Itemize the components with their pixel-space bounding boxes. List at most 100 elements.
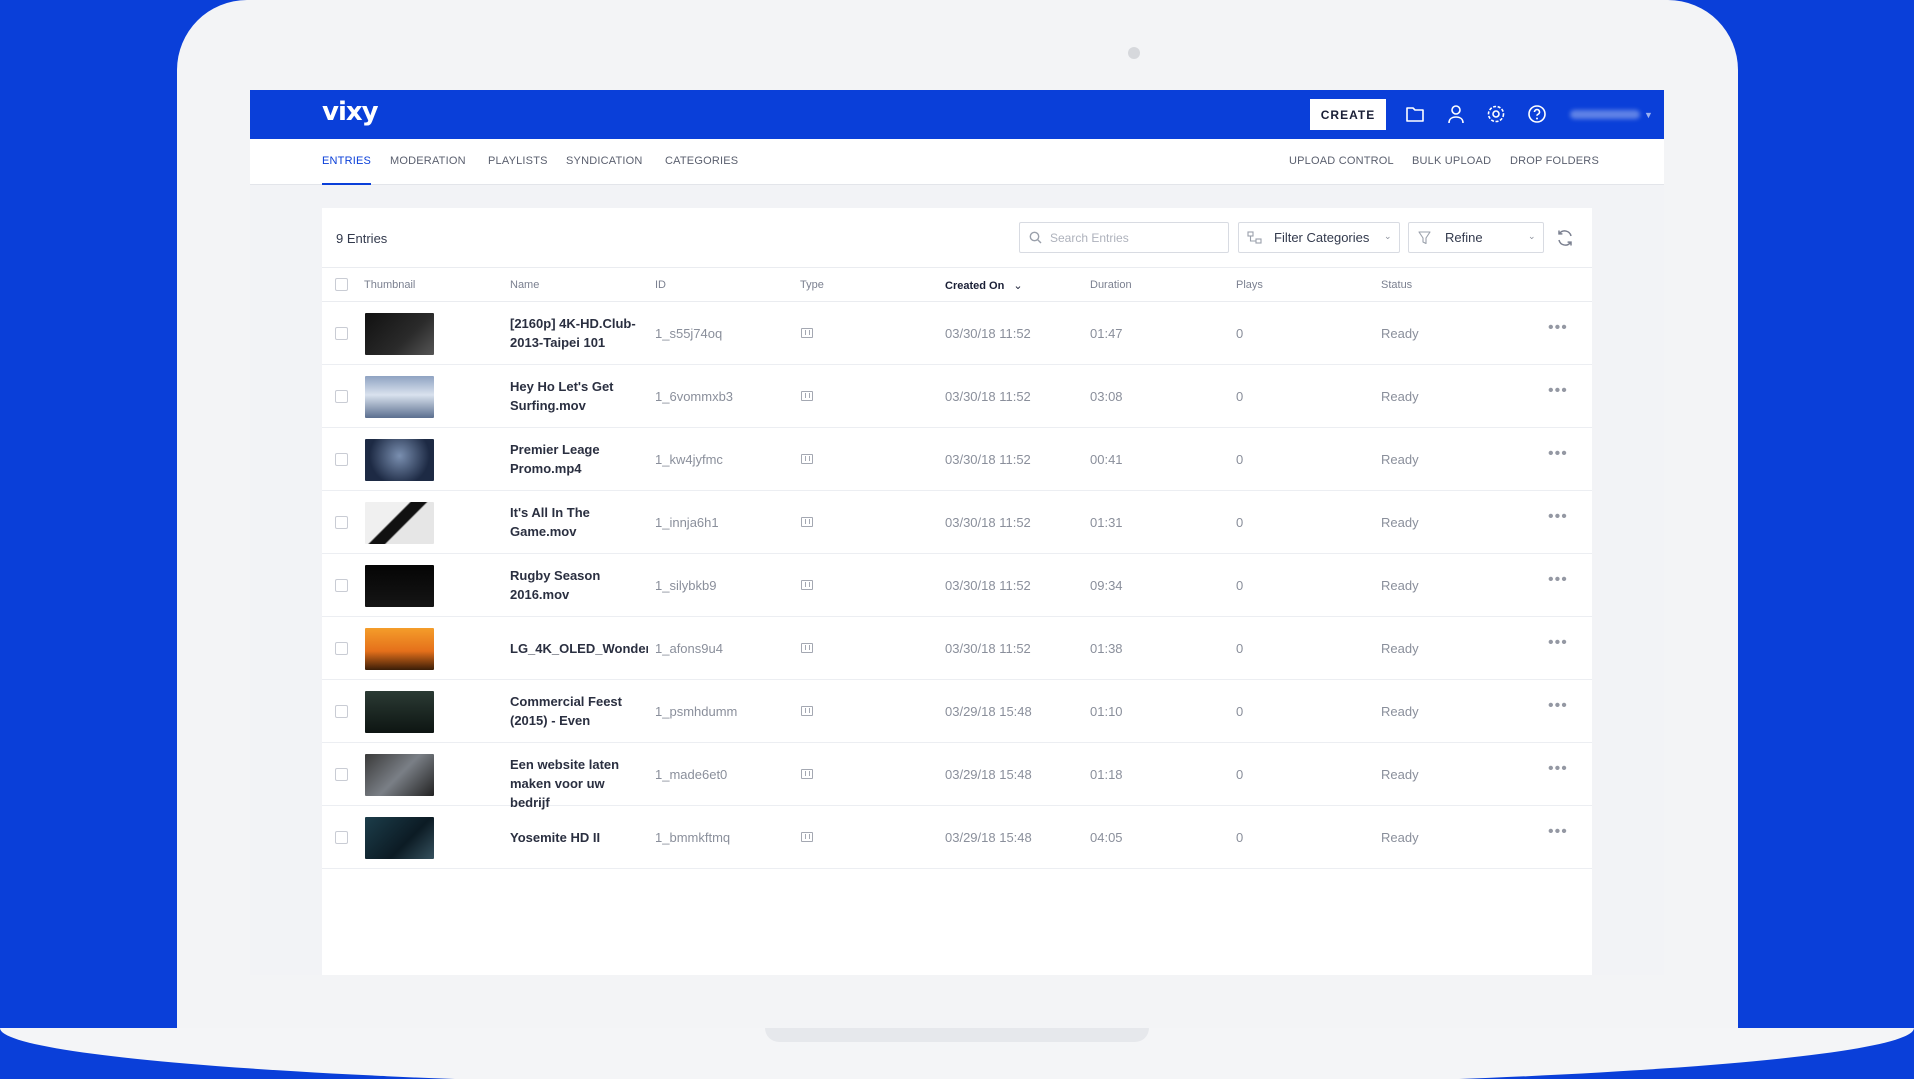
filter-categories-dropdown[interactable]: Filter Categories ⌄ [1238,222,1400,253]
laptop-notch [765,1028,1149,1042]
help-icon[interactable] [1524,101,1550,127]
entry-name[interactable]: Hey Ho Let's Get Surfing.mov [510,377,645,415]
search-icon [1029,231,1042,244]
entry-name[interactable]: Rugby Season 2016.mov [510,566,645,604]
entry-name[interactable]: Commercial Feest (2015) - Even [510,692,645,730]
more-actions-icon[interactable]: ••• [1548,823,1568,841]
row-checkbox[interactable] [335,516,348,529]
entry-duration: 01:31 [1090,515,1123,530]
row-checkbox[interactable] [335,831,348,844]
top-bar: vixy CREATE ▼ [250,90,1664,139]
table-row[interactable]: Yosemite HD II 1_bmmkftmq 03/29/18 15:48 04… [322,806,1592,869]
row-checkbox[interactable] [335,453,348,466]
header-type[interactable]: Type [800,279,824,291]
video-thumbnail[interactable] [365,754,434,796]
tab-drop-folders[interactable]: DROP FOLDERS [1510,139,1599,185]
entry-plays: 0 [1236,452,1244,467]
more-actions-icon[interactable]: ••• [1548,571,1568,589]
more-actions-icon[interactable]: ••• [1548,697,1568,715]
video-thumbnail[interactable] [365,565,434,607]
header-created-on[interactable]: Created On ⌄ [945,279,1023,292]
header-duration[interactable]: Duration [1090,279,1132,291]
video-thumbnail[interactable] [365,313,434,355]
tab-moderation[interactable]: MODERATION [390,139,466,185]
more-actions-icon[interactable]: ••• [1548,382,1568,400]
table-row[interactable]: Commercial Feest (2015) - Even 1_psmhdumm… [322,680,1592,743]
tab-upload-control[interactable]: UPLOAD CONTROL [1289,139,1394,185]
tab-categories[interactable]: CATEGORIES [665,139,738,185]
header-status[interactable]: Status [1381,279,1412,291]
video-type-icon [801,769,813,779]
user-icon[interactable] [1443,101,1469,127]
more-actions-icon[interactable]: ••• [1548,445,1568,463]
create-button[interactable]: CREATE [1310,99,1386,130]
header-plays[interactable]: Plays [1236,279,1263,291]
entries-toolbar: 9 Entries Filter Categories ⌄ Refine ⌄ [322,208,1592,268]
row-checkbox[interactable] [335,705,348,718]
filter-funnel-icon [1418,231,1431,245]
header-id[interactable]: ID [655,279,666,291]
row-checkbox[interactable] [335,390,348,403]
row-checkbox[interactable] [335,327,348,340]
entry-status: Ready [1381,767,1419,782]
video-thumbnail[interactable] [365,439,434,481]
folder-icon[interactable] [1402,101,1428,127]
entry-plays: 0 [1236,704,1244,719]
tab-entries[interactable]: ENTRIES [322,139,372,185]
table-row[interactable]: Rugby Season 2016.mov 1_silybkb9 03/30/18 … [322,554,1592,617]
entry-name[interactable]: LG_4K_OLED_Wonders. [510,639,648,658]
row-checkbox[interactable] [335,642,348,655]
row-checkbox[interactable] [335,768,348,781]
table-row[interactable]: LG_4K_OLED_Wonders. 1_afons9u4 03/30/18 11… [322,617,1592,680]
entry-name[interactable]: It's All In The Game.mov [510,503,645,541]
search-box[interactable] [1019,222,1229,253]
entry-status: Ready [1381,641,1419,656]
video-type-icon [801,832,813,842]
entry-plays: 0 [1236,578,1244,593]
video-type-icon [801,328,813,338]
more-actions-icon[interactable]: ••• [1548,760,1568,778]
video-thumbnail[interactable] [365,502,434,544]
table-row[interactable]: Een website laten maken voor uw bedrijf 1… [322,743,1592,810]
entry-status: Ready [1381,704,1419,719]
video-type-icon [801,706,813,716]
tab-syndication[interactable]: SYNDICATION [566,139,643,185]
entry-status: Ready [1381,515,1419,530]
header-created-on-label: Created On [945,280,1005,292]
vixy-logo[interactable]: vixy [322,97,379,127]
search-input[interactable] [1050,223,1225,252]
tab-bulk-upload[interactable]: BULK UPLOAD [1412,139,1491,185]
entry-created-on: 03/30/18 11:52 [945,578,1031,593]
select-all-checkbox[interactable] [335,278,348,291]
entry-duration: 01:18 [1090,767,1123,782]
entry-plays: 0 [1236,389,1244,404]
more-actions-icon[interactable]: ••• [1548,319,1568,337]
sub-navigation: ENTRIES MODERATION PLAYLISTS SYNDICATION… [250,139,1664,185]
entry-status: Ready [1381,830,1419,845]
more-actions-icon[interactable]: ••• [1548,634,1568,652]
table-row[interactable]: Hey Ho Let's Get Surfing.mov 1_6vommxb3 03… [322,365,1592,428]
gear-icon[interactable] [1483,101,1509,127]
table-row[interactable]: [2160p] 4K-HD.Club-2013-Taipei 101 1_s55j… [322,302,1592,365]
user-menu[interactable]: ▼ [1570,106,1656,122]
entry-id: 1_bmmkftmq [655,830,731,845]
refresh-icon[interactable] [1555,228,1575,248]
entry-name[interactable]: Yosemite HD II [510,828,648,847]
entry-name[interactable]: [2160p] 4K-HD.Club-2013-Taipei 101 [510,314,645,352]
more-actions-icon[interactable]: ••• [1548,508,1568,526]
entry-duration: 00:41 [1090,452,1123,467]
table-row[interactable]: It's All In The Game.mov 1_innja6h1 03/30/… [322,491,1592,554]
header-name[interactable]: Name [510,279,539,291]
entry-id: 1_innja6h1 [655,515,719,530]
entry-id: 1_kw4jyfmc [655,452,723,467]
video-thumbnail[interactable] [365,628,434,670]
entry-name[interactable]: Een website laten maken voor uw bedrijf [510,755,645,812]
table-row[interactable]: Premier Leage Promo.mp4 1_kw4jyfmc 03/30/1… [322,428,1592,491]
row-checkbox[interactable] [335,579,348,592]
video-thumbnail[interactable] [365,817,434,859]
entry-name[interactable]: Premier Leage Promo.mp4 [510,440,645,478]
video-thumbnail[interactable] [365,376,434,418]
video-thumbnail[interactable] [365,691,434,733]
refine-dropdown[interactable]: Refine ⌄ [1408,222,1544,253]
tab-playlists[interactable]: PLAYLISTS [488,139,548,185]
